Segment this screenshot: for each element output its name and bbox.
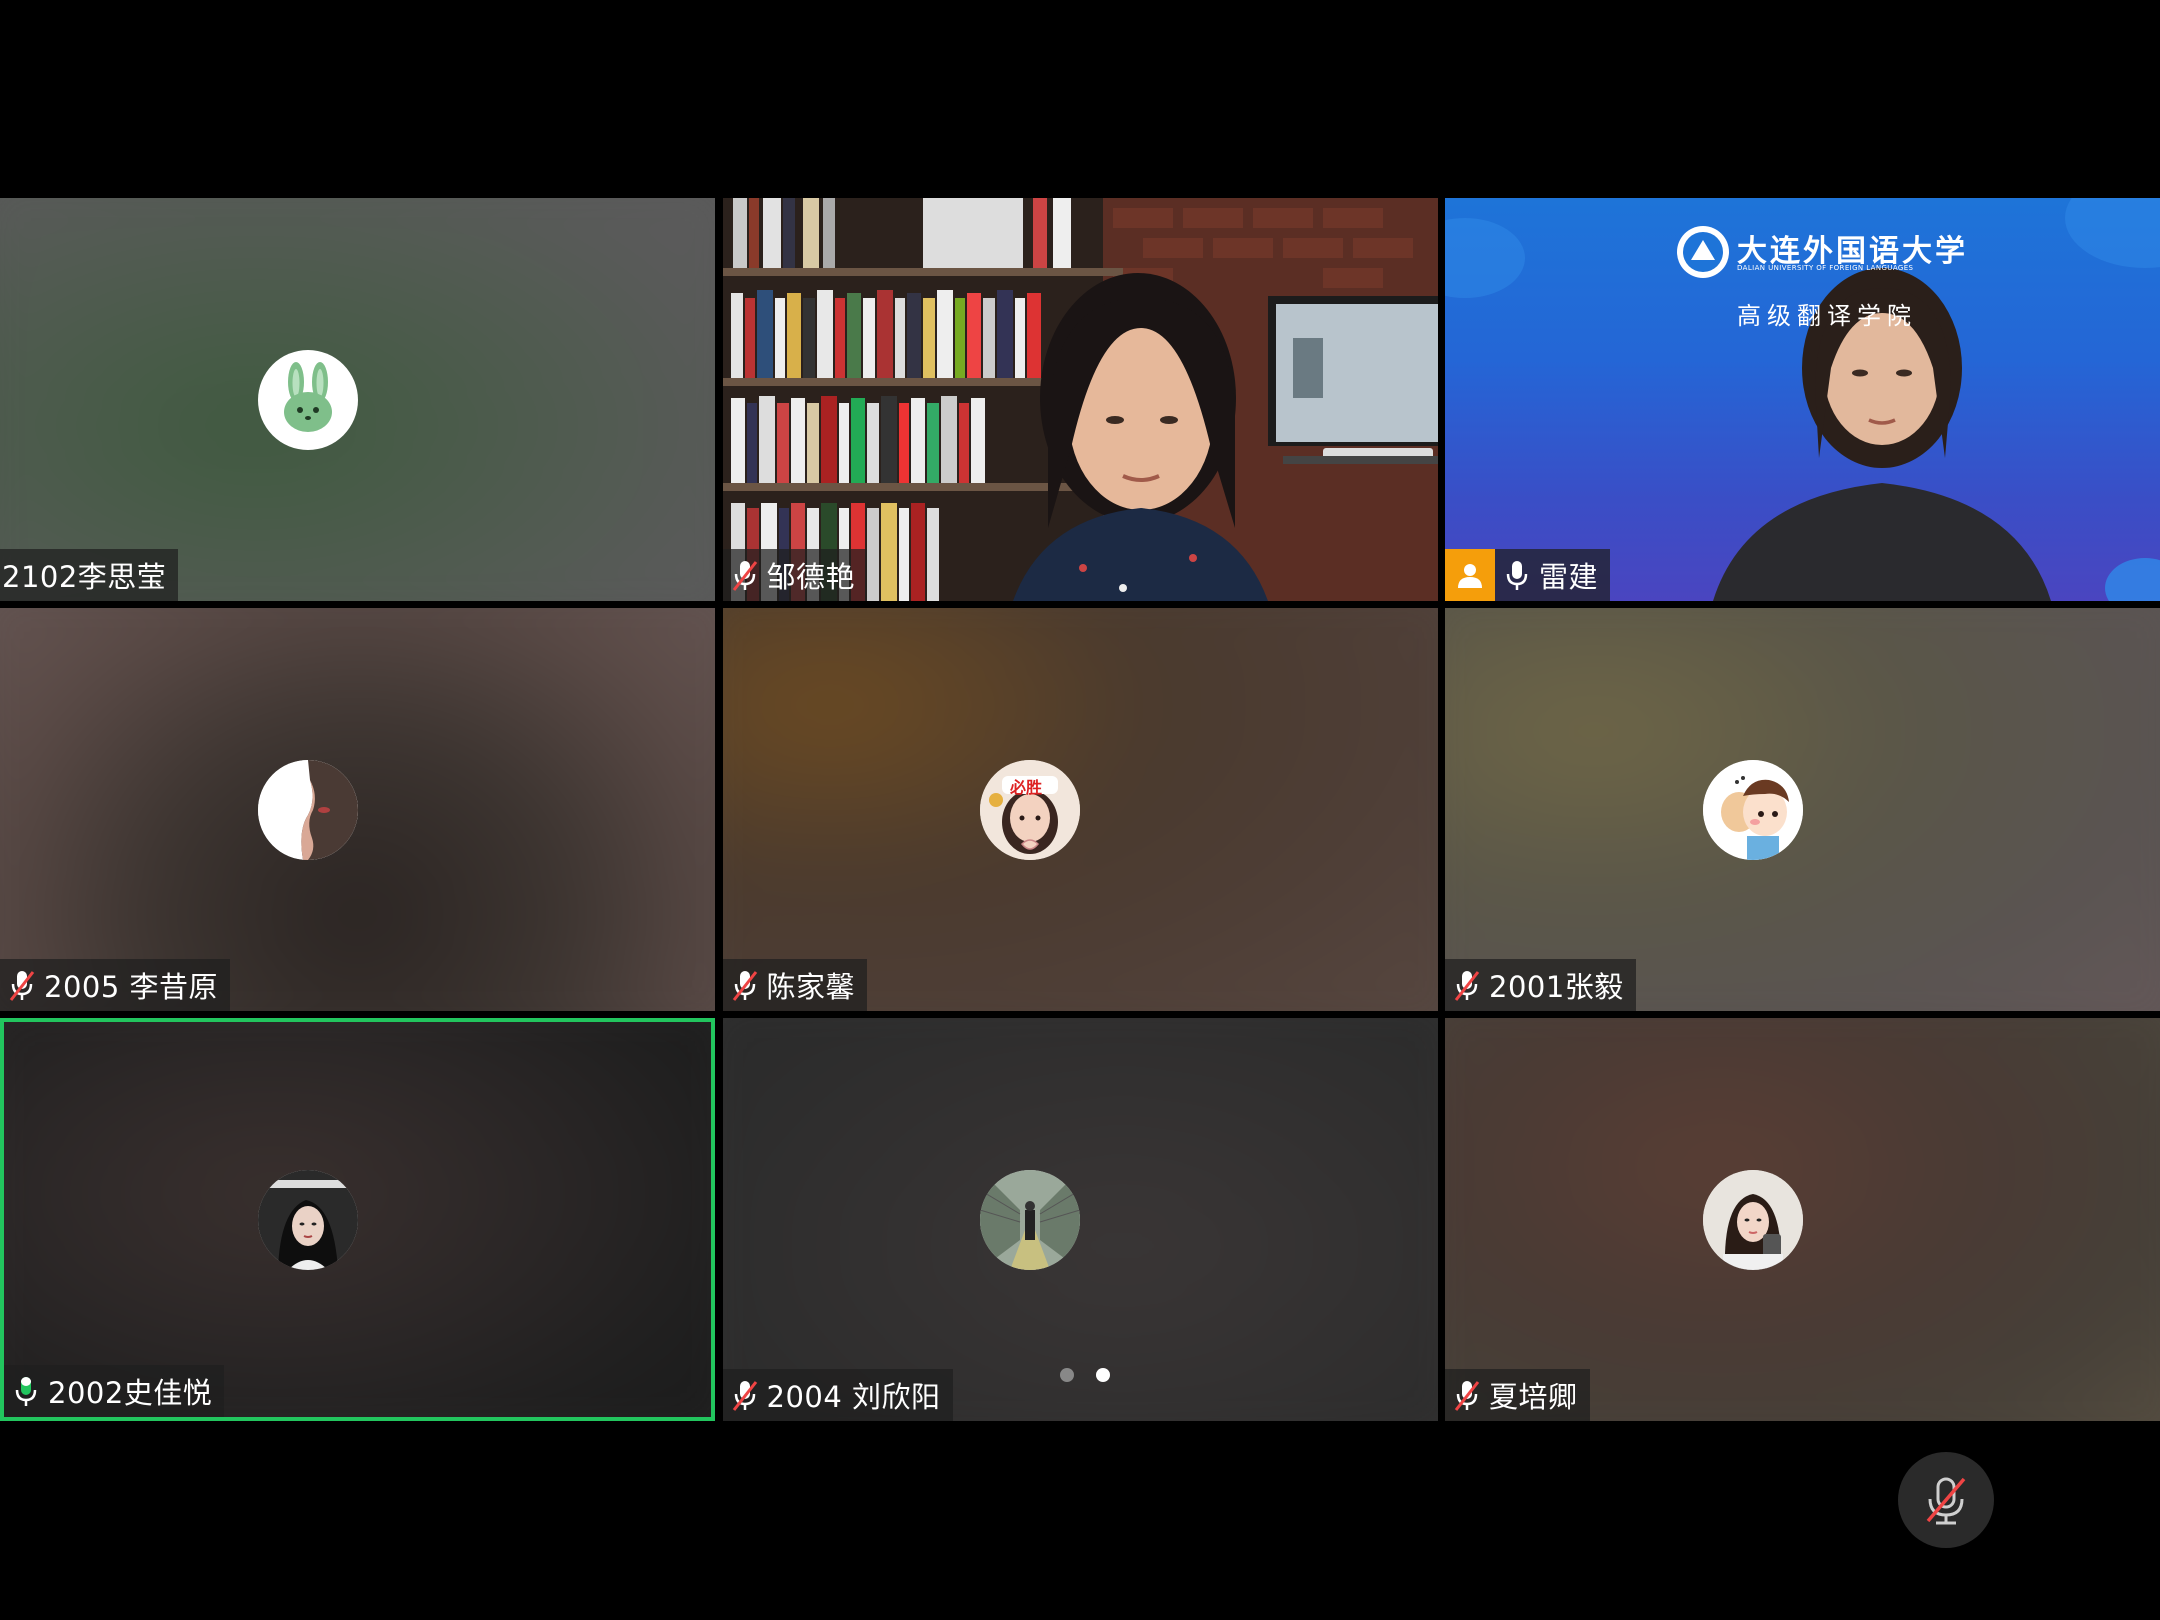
participant-tile-8[interactable]: 2004 刘欣阳 bbox=[722, 1018, 1438, 1421]
mic-muted-icon bbox=[732, 971, 757, 1001]
participant-nameplate: 2102李思莹 bbox=[0, 549, 179, 601]
participant-tile-9[interactable]: 夏培卿 bbox=[1445, 1018, 2160, 1421]
host-badge-icon bbox=[1445, 549, 1495, 601]
participant-nameplate: 夏培卿 bbox=[1445, 1369, 1590, 1421]
selfie-avatar bbox=[1702, 1169, 1803, 1270]
mic-muted-icon bbox=[732, 561, 757, 591]
participant-name: 2004 刘欣阳 bbox=[766, 1380, 941, 1414]
mic-muted-icon bbox=[1454, 1381, 1480, 1411]
page-indicator[interactable] bbox=[1060, 1368, 1110, 1382]
participant-name: 2001张毅 bbox=[1489, 970, 1624, 1004]
mic-icon bbox=[15, 1377, 37, 1406]
mic-icon bbox=[1506, 561, 1528, 590]
participant-tile-3[interactable]: 大连外国语大学 DALIAN UNIVERSITY OF FOREIGN LAN… bbox=[1445, 198, 2160, 601]
banner-college: 高级翻译学院 bbox=[1737, 302, 1917, 330]
page-dot-2[interactable] bbox=[1096, 1368, 1110, 1382]
participant-tile-6[interactable]: 2001张毅 bbox=[1445, 608, 2160, 1011]
girl-avatar: 必胜 bbox=[980, 759, 1080, 860]
participant-tile-5[interactable]: 必胜 陈家馨 bbox=[722, 608, 1438, 1011]
tile-background bbox=[1445, 608, 2160, 1011]
participant-name: 2005 李昔原 bbox=[44, 970, 219, 1004]
participant-name: 陈家馨 bbox=[766, 970, 856, 1004]
participant-name: 雷建 bbox=[1539, 560, 1599, 594]
participant-nameplate: 2002史佳悦 bbox=[4, 1365, 225, 1417]
mute-toggle-button[interactable] bbox=[1898, 1452, 1994, 1548]
meeting-stage: 2102李思莹 邹德艳 大连外国语大学 DALIAN UNIVERSITY OF… bbox=[0, 0, 2160, 1620]
participant-name: 2102李思莹 bbox=[2, 560, 167, 594]
university-banner-video: 大连外国语大学 DALIAN UNIVERSITY OF FOREIGN LAN… bbox=[1445, 198, 2160, 601]
participant-name: 邹德艳 bbox=[766, 560, 856, 594]
participant-name: 夏培卿 bbox=[1489, 1380, 1578, 1414]
profile-avatar bbox=[257, 759, 358, 860]
tile-background bbox=[0, 198, 715, 601]
tile-background bbox=[1445, 1018, 2160, 1421]
participant-nameplate: 2001张毅 bbox=[1445, 959, 1636, 1011]
mic-muted-icon bbox=[1454, 971, 1480, 1001]
participant-nameplate: 2004 刘欣阳 bbox=[722, 1369, 953, 1421]
portrait-avatar bbox=[257, 1169, 358, 1270]
participant-nameplate: 邹德艳 bbox=[722, 549, 868, 601]
participant-tile-7[interactable]: 2002史佳悦 bbox=[0, 1018, 715, 1421]
bookshelf-video bbox=[722, 198, 1438, 601]
tile-background bbox=[0, 608, 715, 1011]
tile-background bbox=[4, 1022, 711, 1417]
cartoon-avatar bbox=[1702, 759, 1803, 860]
participant-nameplate: 2005 李昔原 bbox=[0, 959, 231, 1011]
walkway-avatar bbox=[980, 1169, 1080, 1270]
mic-muted-icon bbox=[732, 1381, 757, 1411]
mic-muted-icon bbox=[1926, 1477, 1966, 1525]
participant-nameplate: 陈家馨 bbox=[722, 959, 868, 1011]
rabbit-avatar bbox=[257, 349, 358, 450]
tile-background bbox=[722, 1018, 1438, 1421]
participant-tile-2[interactable]: 邹德艳 bbox=[722, 198, 1438, 601]
page-dot-1[interactable] bbox=[1060, 1368, 1074, 1382]
avatar-caption: 必胜 bbox=[1010, 777, 1043, 797]
participant-tile-4[interactable]: 2005 李昔原 bbox=[0, 608, 715, 1011]
participant-tile-1[interactable]: 2102李思莹 bbox=[0, 198, 715, 601]
banner-subtitle: DALIAN UNIVERSITY OF FOREIGN LANGUAGES bbox=[1737, 264, 1914, 272]
participant-nameplate: 雷建 bbox=[1445, 549, 1611, 601]
mic-muted-icon bbox=[9, 971, 35, 1001]
participant-name: 2002史佳悦 bbox=[48, 1376, 213, 1410]
tile-background bbox=[722, 608, 1438, 1011]
video-grid: 2102李思莹 邹德艳 大连外国语大学 DALIAN UNIVERSITY OF… bbox=[0, 198, 2160, 1421]
